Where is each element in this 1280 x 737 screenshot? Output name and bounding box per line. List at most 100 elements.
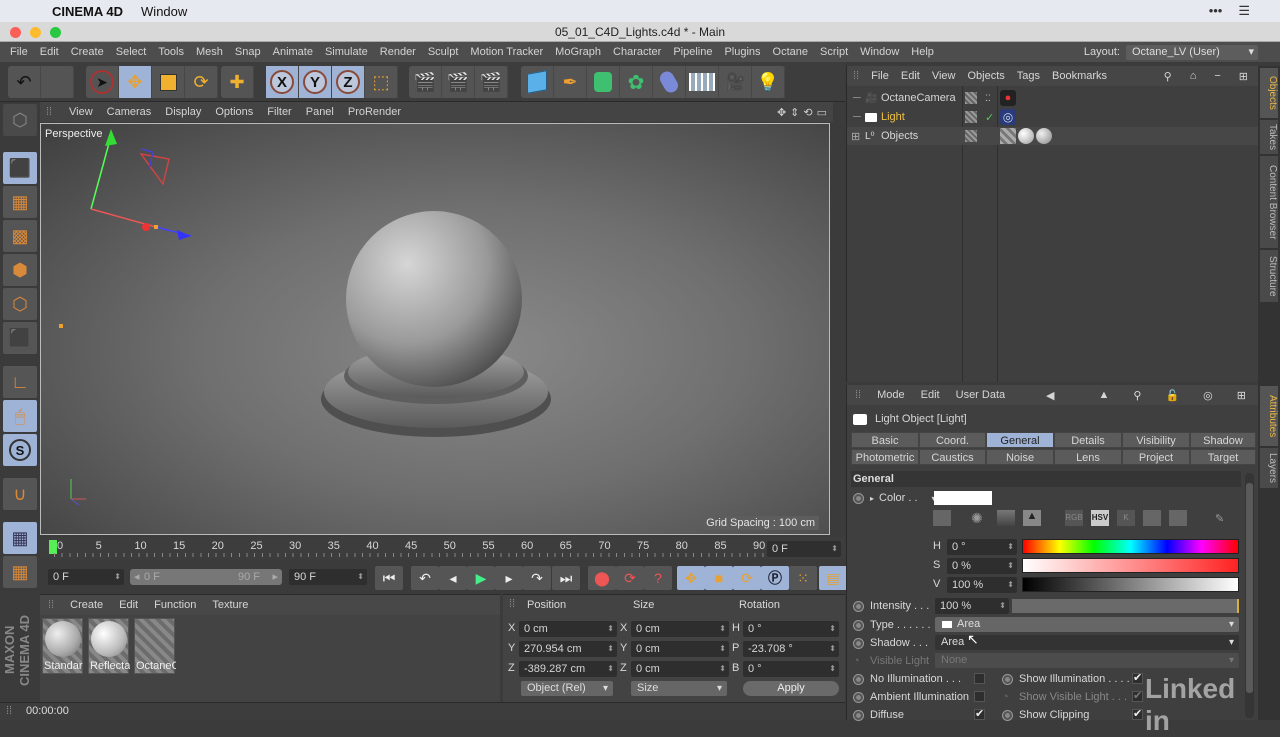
make-editable-button[interactable]: ⬡ bbox=[3, 104, 37, 136]
key-scale-button[interactable]: ■ bbox=[705, 566, 733, 590]
viewport-menu-prorender[interactable]: ProRender bbox=[341, 106, 408, 118]
material-menu-texture[interactable]: Texture bbox=[204, 599, 256, 611]
y-axis-button[interactable]: Y bbox=[299, 66, 332, 98]
previous-frame-button[interactable]: ◂ bbox=[439, 566, 467, 590]
menu-animate[interactable]: Animate bbox=[267, 46, 319, 58]
solo-button[interactable]: S bbox=[3, 434, 37, 466]
visibility-dots-icon[interactable]: ⁚⁚ bbox=[985, 93, 991, 104]
objects-menu-objects[interactable]: Objects bbox=[961, 70, 1010, 82]
tab-noise[interactable]: Noise bbox=[986, 449, 1054, 465]
key-position-button[interactable]: ✥ bbox=[677, 566, 705, 590]
animate-radio[interactable] bbox=[853, 673, 864, 685]
material-menu-function[interactable]: Function bbox=[146, 599, 204, 611]
viewport-menu-options[interactable]: Options bbox=[208, 106, 260, 118]
object-row-objects[interactable]: ⊞ L⁰ Objects bbox=[847, 127, 1259, 145]
viewport-menu-filter[interactable]: Filter bbox=[260, 106, 298, 118]
minimize-window-button[interactable] bbox=[30, 27, 41, 38]
position-x-field[interactable]: 0 cm bbox=[519, 621, 617, 637]
redo-button[interactable] bbox=[41, 66, 74, 98]
app-menu[interactable]: CINEMA 4D bbox=[52, 4, 123, 19]
attr-menu-user-data[interactable]: User Data bbox=[948, 389, 1014, 401]
lock-workplane-button[interactable]: ▦ bbox=[3, 522, 37, 554]
menu-window[interactable]: Window bbox=[854, 46, 905, 58]
enabled-check-icon[interactable]: ✓ bbox=[985, 111, 994, 124]
attr-menu-mode[interactable]: Mode bbox=[869, 389, 913, 401]
autokey-button[interactable]: ⟳ bbox=[616, 566, 644, 590]
shadow-select[interactable]: Area bbox=[935, 635, 1239, 650]
grip-icon[interactable]: ⁞⁞ bbox=[847, 389, 869, 401]
side-tab-layers[interactable]: Layers bbox=[1260, 448, 1278, 488]
eyedropper-icon[interactable]: ✎ bbox=[1215, 512, 1224, 525]
viewport-menu-cameras[interactable]: Cameras bbox=[100, 106, 159, 118]
saturation-field[interactable]: 0 % bbox=[947, 558, 1017, 574]
more-icon[interactable]: ••• bbox=[1209, 3, 1223, 19]
material-tag-icon[interactable] bbox=[1036, 128, 1052, 144]
viewport-move-icon[interactable]: ✥ bbox=[777, 106, 786, 119]
side-tab-objects[interactable]: Objects bbox=[1260, 68, 1278, 118]
rotate-tool-button[interactable]: ⟳ bbox=[185, 66, 218, 98]
viewport-menu-panel[interactable]: Panel bbox=[299, 106, 341, 118]
saturation-slider[interactable] bbox=[1022, 558, 1239, 573]
apply-button[interactable]: Apply bbox=[743, 681, 839, 696]
timeline-ruler[interactable]: 0 5 10 15 20 25 30 35 40 45 50 55 60 65 70 75 80 85 90 0 F bbox=[40, 537, 845, 559]
animate-radio[interactable] bbox=[853, 492, 864, 504]
next-key-button[interactable]: ↷ bbox=[523, 566, 551, 590]
side-tab-takes[interactable]: Takes bbox=[1260, 120, 1278, 154]
no-illumination-checkbox[interactable] bbox=[974, 673, 985, 684]
diffuse-checkbox[interactable]: ✔ bbox=[974, 709, 985, 720]
value-slider[interactable] bbox=[1022, 577, 1239, 592]
polygons-mode-button[interactable]: ⬛ bbox=[3, 322, 37, 354]
menu-select[interactable]: Select bbox=[110, 46, 153, 58]
animate-radio[interactable] bbox=[853, 709, 864, 721]
menu-pipeline[interactable]: Pipeline bbox=[667, 46, 718, 58]
viewport-menu-view[interactable]: View bbox=[62, 106, 100, 118]
size-z-field[interactable]: 0 cm bbox=[631, 661, 729, 677]
key-pla-button[interactable]: ⁙ bbox=[789, 566, 817, 590]
camera-button[interactable]: 🎥 bbox=[719, 66, 752, 98]
animate-radio[interactable] bbox=[853, 637, 864, 649]
show-visible-light-checkbox[interactable]: ✔ bbox=[1132, 691, 1143, 702]
layer-icon[interactable] bbox=[965, 92, 977, 104]
menu-plugins[interactable]: Plugins bbox=[718, 46, 766, 58]
cube-button[interactable] bbox=[521, 66, 554, 98]
material-swatch[interactable]: Reflecta bbox=[88, 618, 130, 674]
zoom-window-button[interactable] bbox=[50, 27, 61, 38]
intensity-slider[interactable] bbox=[1012, 599, 1239, 613]
next-frame-button[interactable]: ▸ bbox=[495, 566, 523, 590]
tab-coord[interactable]: Coord. bbox=[919, 432, 986, 448]
snap-button[interactable]: ∪ bbox=[3, 478, 37, 510]
intensity-field[interactable]: 100 % bbox=[935, 598, 1009, 614]
position-z-field[interactable]: -389.287 cm bbox=[519, 661, 617, 677]
frame-range-slider[interactable]: ◂ 0 F 90 F ▸ bbox=[130, 569, 282, 585]
coordinate-system-button[interactable]: ⬚ bbox=[365, 66, 398, 98]
scrollbar-thumb[interactable] bbox=[1246, 483, 1253, 693]
hsv-mode-button[interactable]: HSV bbox=[1091, 510, 1109, 526]
animate-radio[interactable] bbox=[853, 691, 864, 703]
side-tab-structure[interactable]: Structure bbox=[1260, 250, 1278, 302]
timeline-button[interactable]: ▤ bbox=[819, 566, 847, 590]
tab-caustics[interactable]: Caustics bbox=[919, 449, 986, 465]
end-frame-field[interactable]: 90 F bbox=[289, 569, 367, 585]
cloner-button[interactable]: ✿ bbox=[620, 66, 653, 98]
objects-menu-tags[interactable]: Tags bbox=[1011, 70, 1046, 82]
new-panel-icon[interactable]: ⊞ bbox=[1233, 70, 1254, 83]
start-frame-field[interactable]: 0 F bbox=[48, 569, 124, 585]
menu-render[interactable]: Render bbox=[374, 46, 422, 58]
go-to-start-button[interactable]: ⏮ bbox=[375, 566, 403, 590]
play-button[interactable]: ▶ bbox=[467, 566, 495, 590]
render-picture-viewer-button[interactable]: 🎬 bbox=[442, 66, 475, 98]
up-arrow-icon[interactable]: ▲ bbox=[1091, 389, 1118, 402]
home-icon[interactable]: ⌂ bbox=[1184, 70, 1203, 83]
animate-radio[interactable] bbox=[1002, 709, 1013, 721]
expand-icon[interactable]: ⊞ bbox=[851, 130, 860, 143]
swatches-icon[interactable] bbox=[1169, 510, 1187, 526]
move-tool-button[interactable]: ✥ bbox=[119, 66, 152, 98]
search-icon[interactable]: ⚲ bbox=[1158, 70, 1178, 83]
menu-sculpt[interactable]: Sculpt bbox=[422, 46, 465, 58]
tab-target[interactable]: Target bbox=[1190, 449, 1256, 465]
render-settings-button[interactable]: 🎬 bbox=[475, 66, 508, 98]
type-select[interactable]: Area bbox=[935, 617, 1239, 632]
subdivision-button[interactable] bbox=[587, 66, 620, 98]
ambient-illumination-checkbox[interactable] bbox=[974, 691, 985, 702]
layer-icon[interactable] bbox=[965, 130, 977, 142]
